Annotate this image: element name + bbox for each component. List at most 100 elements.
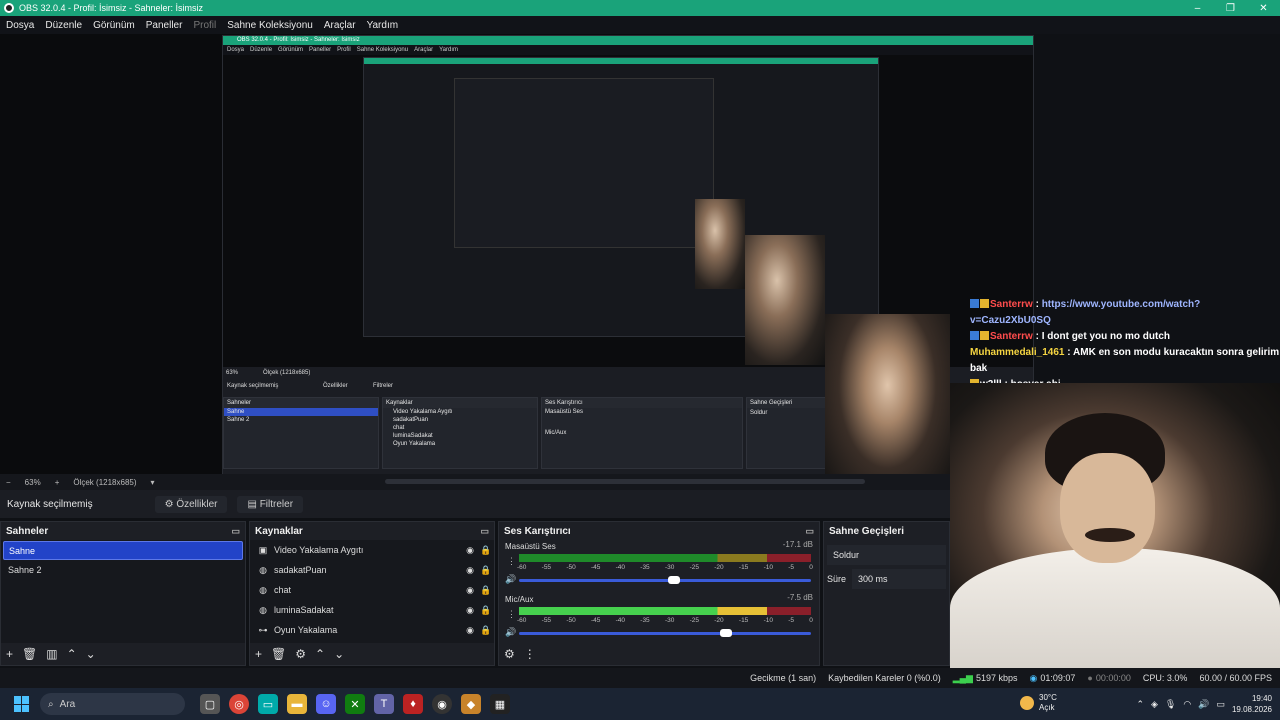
minimize-button[interactable]: – xyxy=(1181,3,1214,14)
system-tray: ⌃ ◈ 🎙 ◠ 🔊 ▭ 19:40 19.08.2026 xyxy=(1136,693,1272,715)
mixer-channel-mic: Mic/Aux -7.5 dB ⋮ -60 -55 -50 -45 -40 -35 -30-… xyxy=(499,593,819,646)
signal-icon: ▂▄▆ xyxy=(952,672,973,683)
delete-source-icon[interactable]: 🗑 xyxy=(271,647,286,661)
scale-dropdown-icon[interactable]: ▾ xyxy=(151,478,155,487)
weather-temp: 30°C xyxy=(1039,693,1057,702)
task-view-icon[interactable]: ▢ xyxy=(200,694,220,714)
menu-yardim[interactable]: Yardım xyxy=(367,20,399,31)
obs-icon[interactable]: ◉ xyxy=(432,694,452,714)
menu-gorunum[interactable]: Görünüm xyxy=(93,20,135,31)
visibility-eye-icon[interactable]: ◉ xyxy=(462,605,478,616)
dock-menu-icon[interactable]: ▭ xyxy=(805,526,814,537)
globe-icon: ◍ xyxy=(259,584,267,595)
chevron-up-icon[interactable]: ⌃ xyxy=(1136,699,1144,710)
close-button[interactable]: ✕ xyxy=(1247,3,1280,14)
fader-knob[interactable] xyxy=(667,576,680,584)
mixer-menu-icon[interactable]: ⋮ xyxy=(524,647,536,661)
obs-logo-icon xyxy=(4,3,14,13)
scene-filter-icon[interactable]: ▥ xyxy=(46,647,57,661)
menu-dosya[interactable]: Dosya xyxy=(6,20,34,31)
stream-time: 01:09:07 xyxy=(1040,673,1076,683)
dock-menu-icon[interactable]: ▭ xyxy=(231,526,240,537)
filters-button[interactable]: ▤ Filtreler xyxy=(237,495,304,513)
visibility-eye-icon[interactable]: ◉ xyxy=(462,625,478,636)
visibility-eye-icon[interactable]: ◉ xyxy=(462,585,478,596)
move-up-icon[interactable]: ⌃ xyxy=(67,647,77,661)
channel-menu-icon[interactable]: ⋮ xyxy=(507,556,516,567)
speaker-icon[interactable]: 🔊 xyxy=(505,574,516,585)
menu-sahne-koleksiyonu[interactable]: Sahne Koleksiyonu xyxy=(227,20,313,31)
weather-widget[interactable]: 30°C Açık xyxy=(1020,693,1057,713)
filter-icon: ▤ xyxy=(247,498,260,510)
windows-start-icon[interactable] xyxy=(14,696,30,712)
source-list: ▣ Video Yakalama Aygıtı ◉ 🔒 ◍ sadakatPuan ◉ 🔒 … xyxy=(250,540,494,643)
xbox-icon[interactable]: ✕ xyxy=(345,694,365,714)
zoom-level[interactable]: 63% xyxy=(25,478,41,487)
lock-icon[interactable]: 🔒 xyxy=(478,545,494,556)
menu-araclar[interactable]: Araçlar xyxy=(324,20,356,31)
move-down-icon[interactable]: ⌄ xyxy=(86,647,96,661)
screen-icon[interactable]: ▭ xyxy=(258,694,278,714)
nested-menu: Dosya Düzenle Görünüm Paneller Profil Sahne K… xyxy=(223,45,1033,55)
volume-fader[interactable] xyxy=(519,576,811,584)
app-icon[interactable]: ◆ xyxy=(461,694,481,714)
folder-icon[interactable]: ▬ xyxy=(287,694,307,714)
channel-menu-icon[interactable]: ⋮ xyxy=(507,609,516,620)
scene-list: Sahne Sahne 2 xyxy=(1,540,245,643)
move-down-icon[interactable]: ⌄ xyxy=(334,647,344,661)
volume-fader[interactable] xyxy=(519,629,811,637)
zoom-in-button[interactable]: + xyxy=(55,478,60,487)
add-scene-icon[interactable]: + xyxy=(6,647,13,661)
horizontal-scrollbar[interactable] xyxy=(385,479,865,484)
visibility-eye-icon[interactable]: ◉ xyxy=(462,565,478,576)
source-item[interactable]: ◍ sadakatPuan ◉ 🔒 xyxy=(250,560,494,580)
dock-menu-icon[interactable]: ▭ xyxy=(480,526,489,537)
pin-app-icon[interactable]: ♦ xyxy=(403,694,423,714)
game-app-icon[interactable]: ▦ xyxy=(490,694,510,714)
source-item[interactable]: ◍ luminaSadakat ◉ 🔒 xyxy=(250,600,494,620)
lock-icon[interactable]: 🔒 xyxy=(478,585,494,596)
restore-button[interactable]: ❐ xyxy=(1214,3,1247,14)
wifi-icon[interactable]: ◠ xyxy=(1183,699,1191,710)
teams-icon[interactable]: T xyxy=(374,694,394,714)
source-item[interactable]: ▣ Video Yakalama Aygıtı ◉ 🔒 xyxy=(250,540,494,560)
scene-item[interactable]: Sahne xyxy=(3,541,243,560)
source-settings-icon[interactable]: ⚙ xyxy=(295,647,306,661)
channel-db: -7.5 dB xyxy=(787,593,813,602)
search-icon: ⌕ xyxy=(48,698,54,710)
lock-icon[interactable]: 🔒 xyxy=(478,565,494,576)
meter-scale: -60 -55 -50 -45 -40 -35 -30 -25 -20 -15 -10 -5 0 xyxy=(517,617,813,624)
mixer-settings-icon[interactable]: ⚙ xyxy=(504,647,515,661)
battery-icon[interactable]: ▭ xyxy=(1216,699,1225,710)
move-up-icon[interactable]: ⌃ xyxy=(315,647,325,661)
speaker-icon[interactable]: 🔊 xyxy=(505,627,516,638)
microphone-icon[interactable]: 🎙 xyxy=(1165,699,1176,710)
zoom-out-button[interactable]: − xyxy=(6,478,11,487)
lock-icon[interactable]: 🔒 xyxy=(478,625,494,636)
chrome-icon[interactable]: ◎ xyxy=(229,694,249,714)
vpn-icon[interactable]: ◈ xyxy=(1151,699,1158,710)
duration-input[interactable]: 300 ms xyxy=(852,569,946,589)
add-source-icon[interactable]: + xyxy=(255,647,262,661)
channel-name: Mic/Aux xyxy=(505,595,534,604)
menu-duzenle[interactable]: Düzenle xyxy=(45,20,82,31)
bitrate: 5197 kbps xyxy=(975,673,1018,683)
delete-scene-icon[interactable]: 🗑 xyxy=(22,647,37,661)
source-item[interactable]: ⊶ Oyun Yakalama ◉ 🔒 xyxy=(250,620,494,640)
scene-item[interactable]: Sahne 2 xyxy=(3,561,243,580)
taskbar-search[interactable]: ⌕ Ara xyxy=(40,693,185,715)
source-item[interactable]: ◍ chat ◉ 🔒 xyxy=(250,580,494,600)
fader-knob[interactable] xyxy=(720,629,733,637)
clock[interactable]: 19:40 19.08.2026 xyxy=(1232,693,1272,715)
properties-button[interactable]: ⚙ Özellikler xyxy=(154,495,228,513)
discord-icon[interactable]: ☺ xyxy=(316,694,336,714)
lock-icon[interactable]: 🔒 xyxy=(478,605,494,616)
menu-paneller[interactable]: Paneller xyxy=(146,20,183,31)
channel-db: -17.1 dB xyxy=(782,540,813,549)
menu-profil[interactable]: Profil xyxy=(193,20,216,31)
preview-canvas[interactable]: OBS 32.0.4 - Profil: İsimsiz - Sahneler:… xyxy=(0,34,1034,492)
visibility-eye-icon[interactable]: ◉ xyxy=(462,545,478,556)
transition-select[interactable]: Soldur xyxy=(827,545,946,565)
volume-icon[interactable]: 🔊 xyxy=(1198,699,1209,710)
mixer-channel-desktop: Masaüstü Ses -17.1 dB ⋮ -60 -55 -50 -45 -40-… xyxy=(499,540,819,593)
